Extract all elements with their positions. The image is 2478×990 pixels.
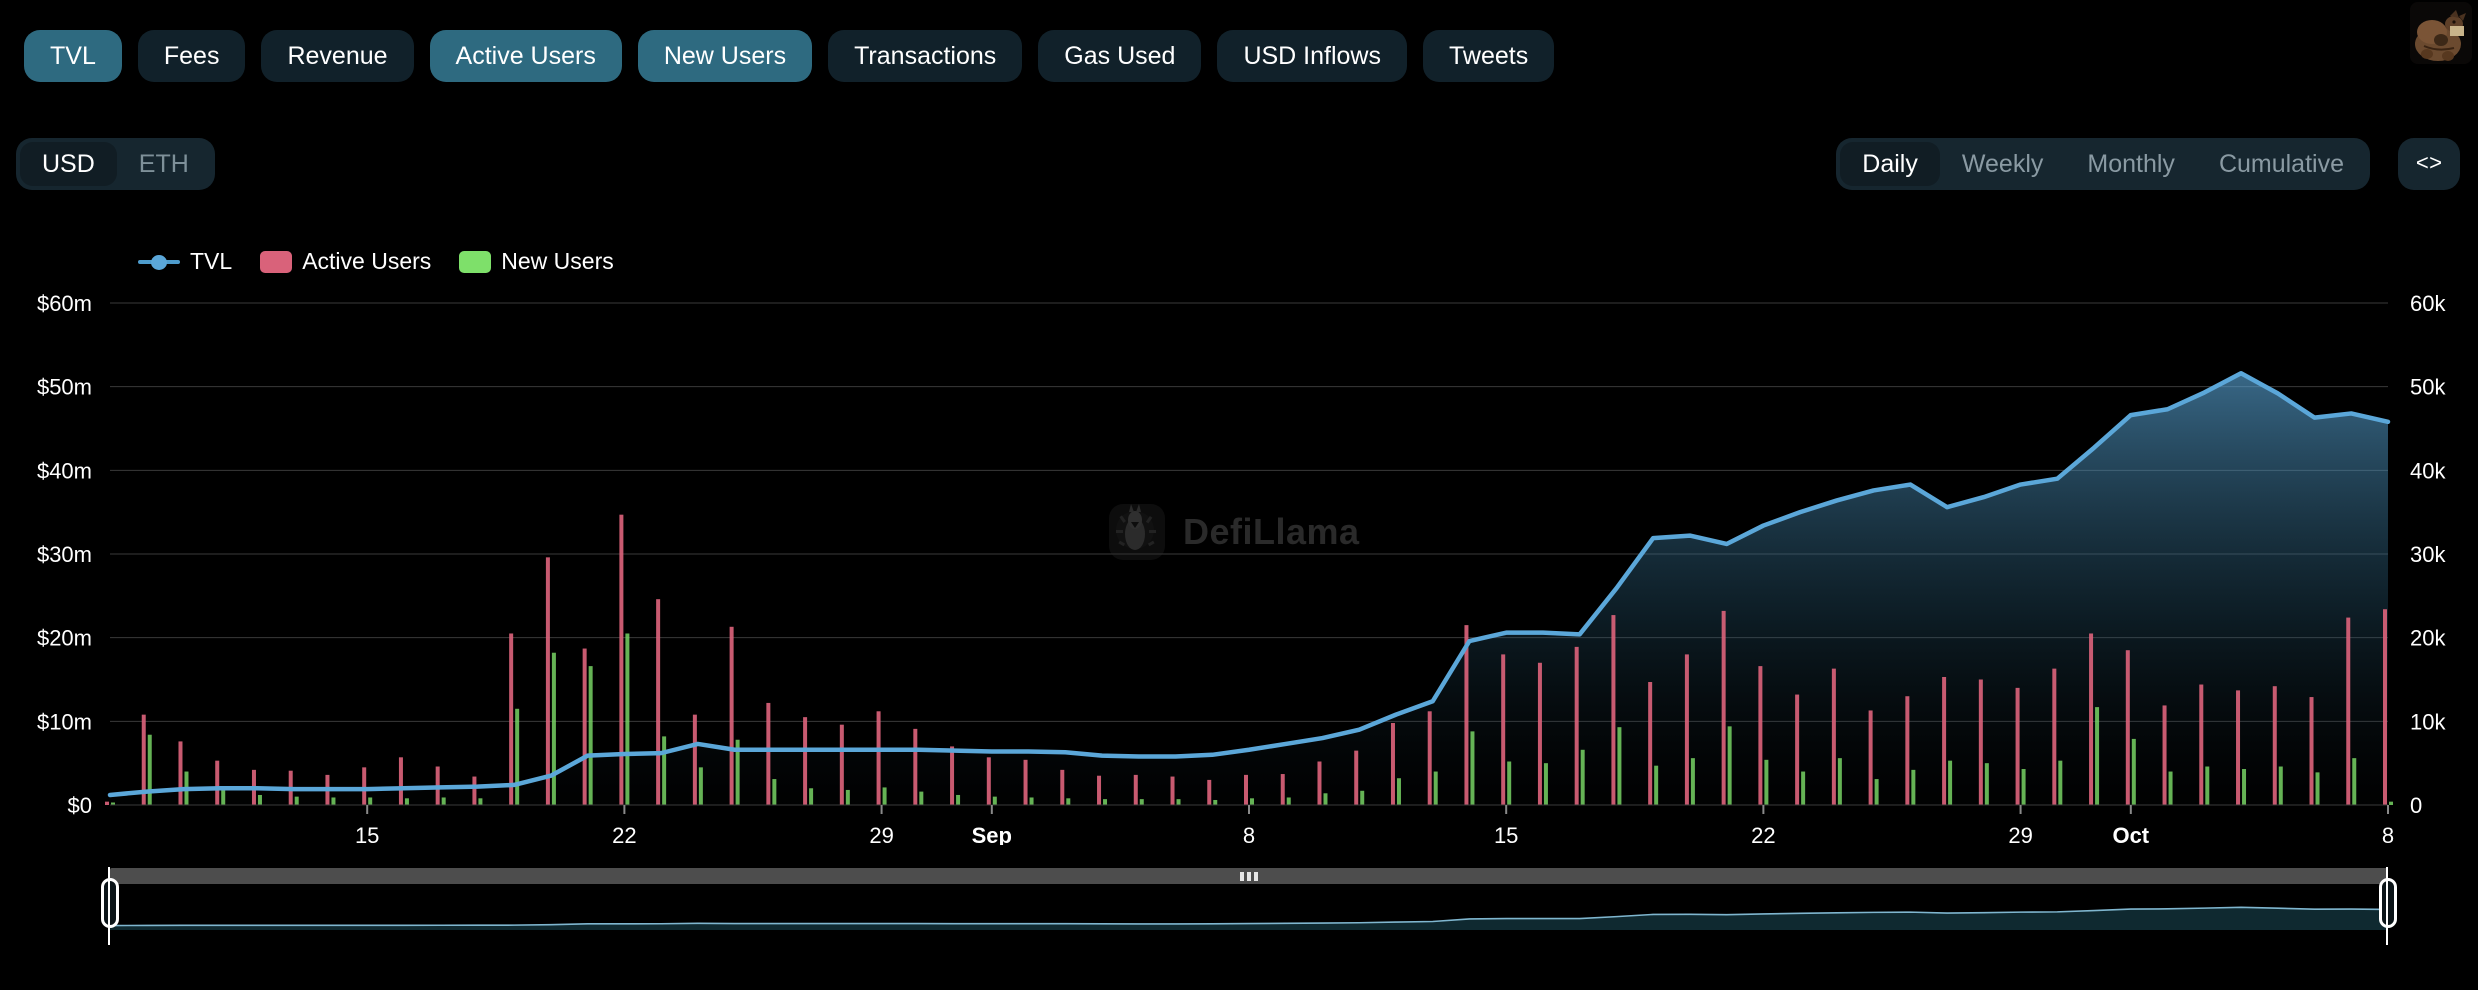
llama-avatar-icon[interactable]	[2410, 2, 2472, 64]
svg-text:10k: 10k	[2410, 709, 2446, 734]
svg-text:8: 8	[2382, 823, 2394, 845]
denomination-option-usd[interactable]: USD	[20, 142, 117, 186]
svg-text:22: 22	[612, 823, 636, 845]
svg-text:30k: 30k	[2410, 542, 2446, 567]
metric-tab-transactions[interactable]: Transactions	[828, 30, 1022, 82]
period-option-monthly[interactable]: Monthly	[2065, 142, 2197, 186]
period-toggle: DailyWeeklyMonthlyCumulative	[1836, 138, 2370, 190]
svg-text:Sep: Sep	[972, 823, 1012, 845]
code-embed-icon[interactable]: <>	[2398, 138, 2460, 190]
legend-label-active-users: Active Users	[302, 248, 431, 275]
period-option-cumulative[interactable]: Cumulative	[2197, 142, 2366, 186]
legend-item-active-users[interactable]: Active Users	[260, 248, 431, 275]
chart-canvas[interactable]: $0 0 $10m 10k $20m 20k $30m 30k $40m 40k $50m 50k $6…	[0, 285, 2478, 845]
svg-text:29: 29	[2008, 823, 2032, 845]
brush-track[interactable]	[110, 868, 2388, 884]
denomination-option-eth[interactable]: ETH	[117, 142, 211, 186]
svg-text:$60m: $60m	[37, 291, 92, 316]
svg-text:20k: 20k	[2410, 626, 2446, 651]
metric-tab-usd-inflows[interactable]: USD Inflows	[1217, 30, 1407, 82]
combined-tvl-users-chart: $0 0 $10m 10k $20m 20k $30m 30k $40m 40k $50m 50k $6…	[0, 285, 2478, 845]
new-users-swatch-icon	[459, 251, 491, 273]
brush-handle-left[interactable]	[101, 878, 119, 928]
svg-text:40k: 40k	[2410, 458, 2446, 483]
svg-text:$20m: $20m	[37, 626, 92, 651]
tvl-line-icon	[138, 255, 180, 269]
brush-mini-chart	[110, 886, 2388, 930]
metric-tab-tvl[interactable]: TVL	[24, 30, 122, 82]
metric-tab-bar: TVL Fees Revenue Active Users New Users Trans…	[24, 30, 1554, 82]
chart-legend: TVL Active Users New Users	[138, 248, 614, 275]
metric-tab-gas-used[interactable]: Gas Used	[1038, 30, 1201, 82]
svg-text:$40m: $40m	[37, 458, 92, 483]
active-users-swatch-icon	[260, 251, 292, 273]
svg-text:29: 29	[869, 823, 893, 845]
svg-text:$30m: $30m	[37, 542, 92, 567]
svg-text:$50m: $50m	[37, 375, 92, 400]
svg-text:50k: 50k	[2410, 375, 2446, 400]
metric-tab-revenue[interactable]: Revenue	[261, 30, 413, 82]
brush-preview-area	[110, 886, 2388, 930]
denomination-toggle: USDETH	[16, 138, 215, 190]
legend-label-tvl: TVL	[190, 248, 232, 275]
metric-tab-active-users[interactable]: Active Users	[430, 30, 622, 82]
legend-label-new-users: New Users	[501, 248, 613, 275]
svg-text:$10m: $10m	[37, 709, 92, 734]
range-brush[interactable]	[110, 868, 2388, 930]
period-option-daily[interactable]: Daily	[1840, 142, 1940, 186]
legend-item-new-users[interactable]: New Users	[459, 248, 613, 275]
svg-text:15: 15	[355, 823, 379, 845]
svg-text:Oct: Oct	[2112, 823, 2149, 845]
svg-text:8: 8	[1243, 823, 1255, 845]
metric-tab-new-users[interactable]: New Users	[638, 30, 812, 82]
svg-text:22: 22	[1751, 823, 1775, 845]
svg-text:60k: 60k	[2410, 291, 2446, 316]
period-option-weekly[interactable]: Weekly	[1940, 142, 2066, 186]
svg-text:$0: $0	[68, 793, 92, 818]
metric-tab-tweets[interactable]: Tweets	[1423, 30, 1554, 82]
svg-text:15: 15	[1494, 823, 1518, 845]
defillama-chart-page: TVL Fees Revenue Active Users New Users Trans…	[0, 0, 2478, 990]
drag-grip-icon[interactable]	[1240, 872, 1258, 881]
legend-item-tvl[interactable]: TVL	[138, 248, 232, 275]
svg-text:0: 0	[2410, 793, 2422, 818]
metric-tab-fees[interactable]: Fees	[138, 30, 246, 82]
brush-handle-right[interactable]	[2379, 878, 2397, 928]
